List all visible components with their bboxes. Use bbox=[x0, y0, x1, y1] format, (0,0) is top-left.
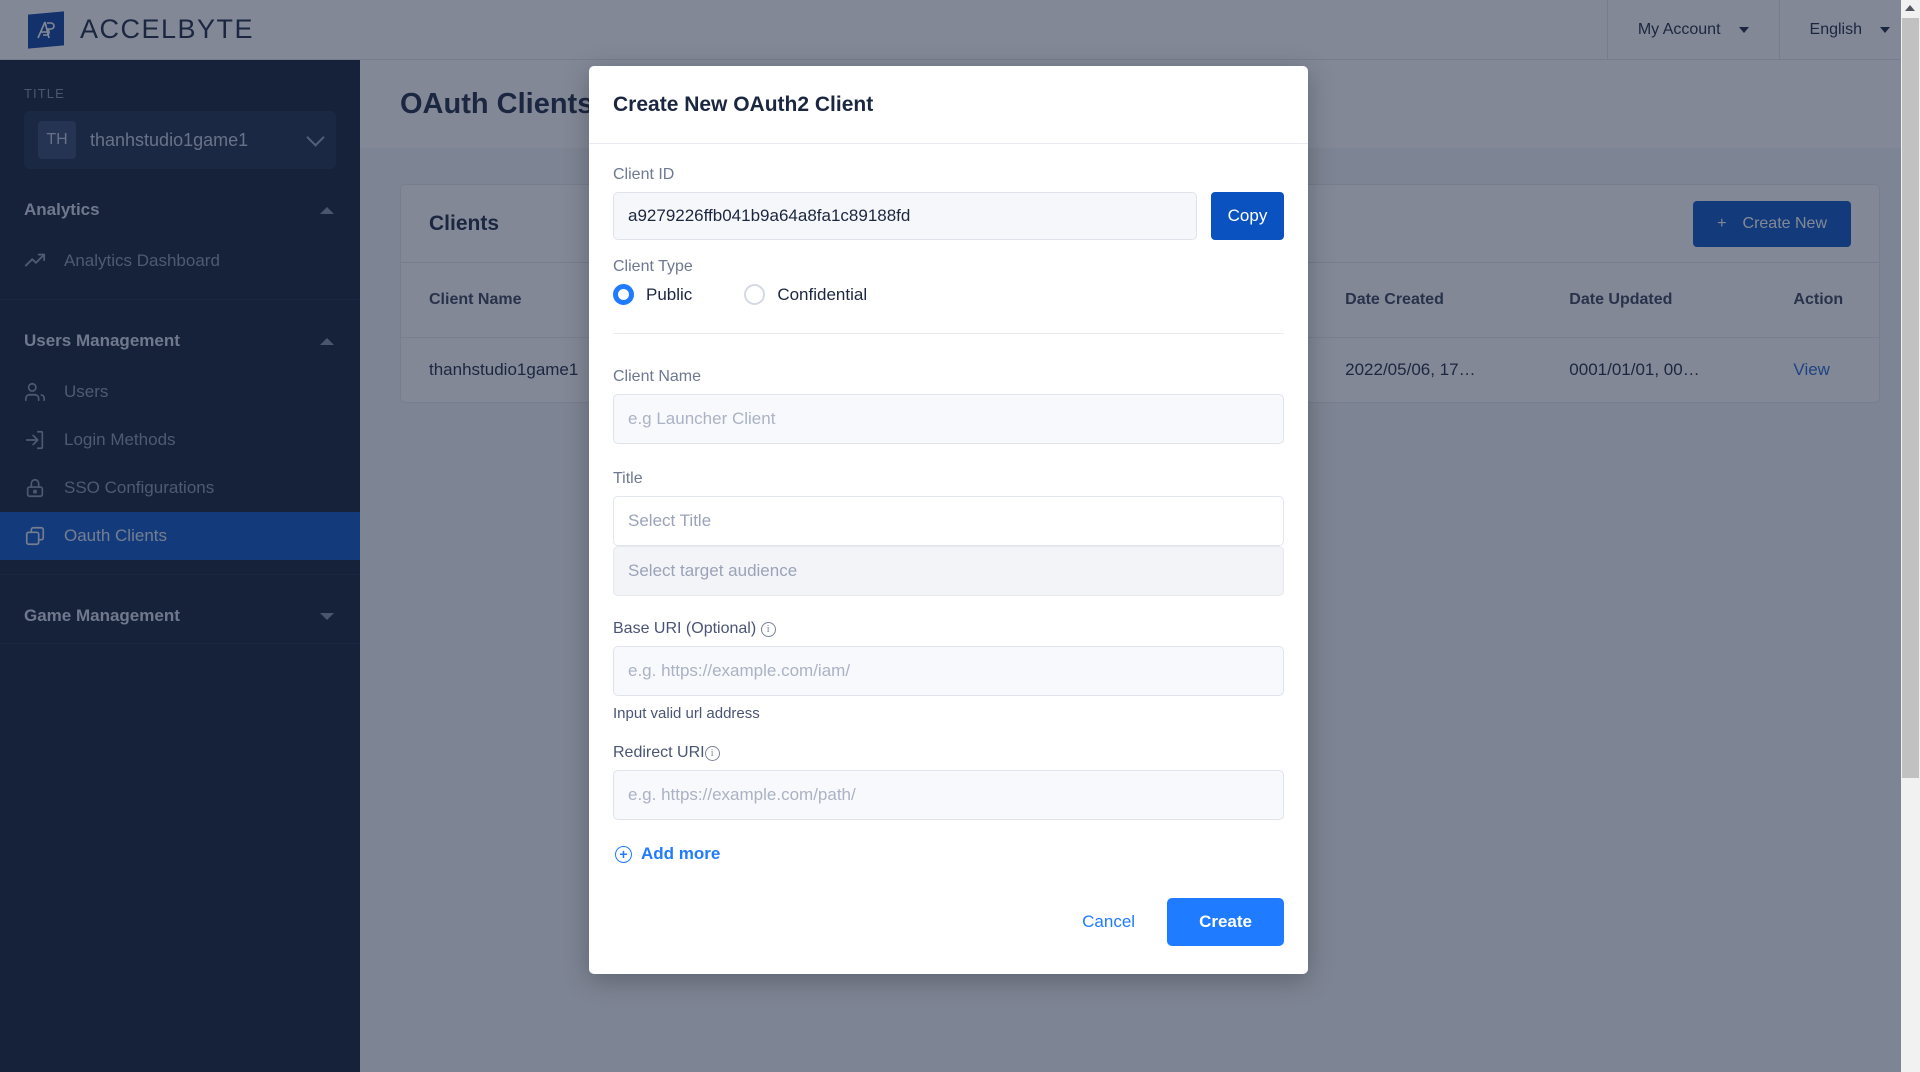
create-button[interactable]: Create bbox=[1167, 898, 1284, 946]
plus-circle-icon: + bbox=[615, 845, 632, 863]
radio-public[interactable]: Public bbox=[613, 284, 692, 305]
base-uri-label-text: Base URI (Optional) bbox=[613, 620, 757, 637]
client-type-field: Client Type Public Confidential bbox=[613, 258, 1284, 305]
copy-button[interactable]: Copy bbox=[1211, 192, 1284, 240]
radio-confidential[interactable]: Confidential bbox=[744, 284, 867, 305]
client-name-field: Client Name bbox=[613, 368, 1284, 444]
title-select-wrap: Select Title bbox=[613, 496, 1284, 546]
title-select-placeholder: Select Title bbox=[628, 511, 712, 530]
add-more-button[interactable]: + Add more bbox=[615, 844, 720, 864]
title-select[interactable]: Select Title bbox=[613, 496, 1284, 546]
app-root: ACCELBYTE My Account English TITLE TH th… bbox=[0, 0, 1920, 1072]
client-name-label: Client Name bbox=[613, 368, 702, 385]
base-uri-hint: Input valid url address bbox=[613, 705, 760, 722]
modal-title: Create New OAuth2 Client bbox=[613, 92, 874, 116]
scroll-up-arrow-icon[interactable] bbox=[1905, 5, 1915, 11]
info-icon[interactable]: i bbox=[760, 622, 776, 637]
title-label: Title bbox=[613, 470, 643, 487]
client-id-input[interactable] bbox=[613, 192, 1197, 240]
client-name-input[interactable] bbox=[613, 394, 1284, 444]
scrollbar-thumb[interactable] bbox=[1902, 18, 1919, 778]
redirect-uri-input[interactable] bbox=[613, 770, 1284, 820]
info-icon[interactable]: i bbox=[704, 746, 720, 761]
create-oauth2-client-modal: Create New OAuth2 Client Client ID Copy … bbox=[589, 66, 1308, 974]
vertical-scrollbar[interactable] bbox=[1901, 0, 1920, 1072]
modal-body: Client ID Copy Client Type Public Confi bbox=[589, 144, 1308, 864]
redirect-uri-field: Redirect URI i bbox=[613, 744, 1284, 820]
base-uri-input[interactable] bbox=[613, 646, 1284, 696]
radio-indicator-selected bbox=[613, 284, 634, 305]
client-type-label: Client Type bbox=[613, 258, 693, 275]
redirect-uri-label-text: Redirect URI bbox=[613, 744, 705, 761]
audience-select-wrap: Select target audience bbox=[613, 546, 1284, 596]
modal-header: Create New OAuth2 Client bbox=[589, 66, 1308, 144]
modal-footer: Cancel Create bbox=[589, 864, 1308, 974]
target-audience-select[interactable]: Select target audience bbox=[613, 546, 1284, 596]
radio-public-label: Public bbox=[646, 284, 693, 304]
title-field: Title Select Title Select target audienc… bbox=[613, 470, 1284, 596]
client-id-field: Client ID Copy bbox=[613, 166, 1284, 240]
base-uri-field: Base URI (Optional) i Input valid url ad… bbox=[613, 620, 1284, 722]
modal-divider bbox=[613, 333, 1284, 334]
client-type-radio-group: Public Confidential bbox=[613, 284, 1284, 305]
redirect-uri-label: Redirect URI i bbox=[613, 744, 1284, 762]
cancel-button[interactable]: Cancel bbox=[1072, 904, 1145, 940]
client-id-label: Client ID bbox=[613, 166, 675, 183]
add-more-label: Add more bbox=[641, 844, 721, 863]
radio-indicator bbox=[744, 284, 766, 305]
client-id-row: Copy bbox=[613, 192, 1284, 240]
radio-confidential-label: Confidential bbox=[777, 284, 868, 304]
base-uri-label: Base URI (Optional) i bbox=[613, 620, 1284, 638]
target-audience-placeholder: Select target audience bbox=[628, 561, 798, 580]
